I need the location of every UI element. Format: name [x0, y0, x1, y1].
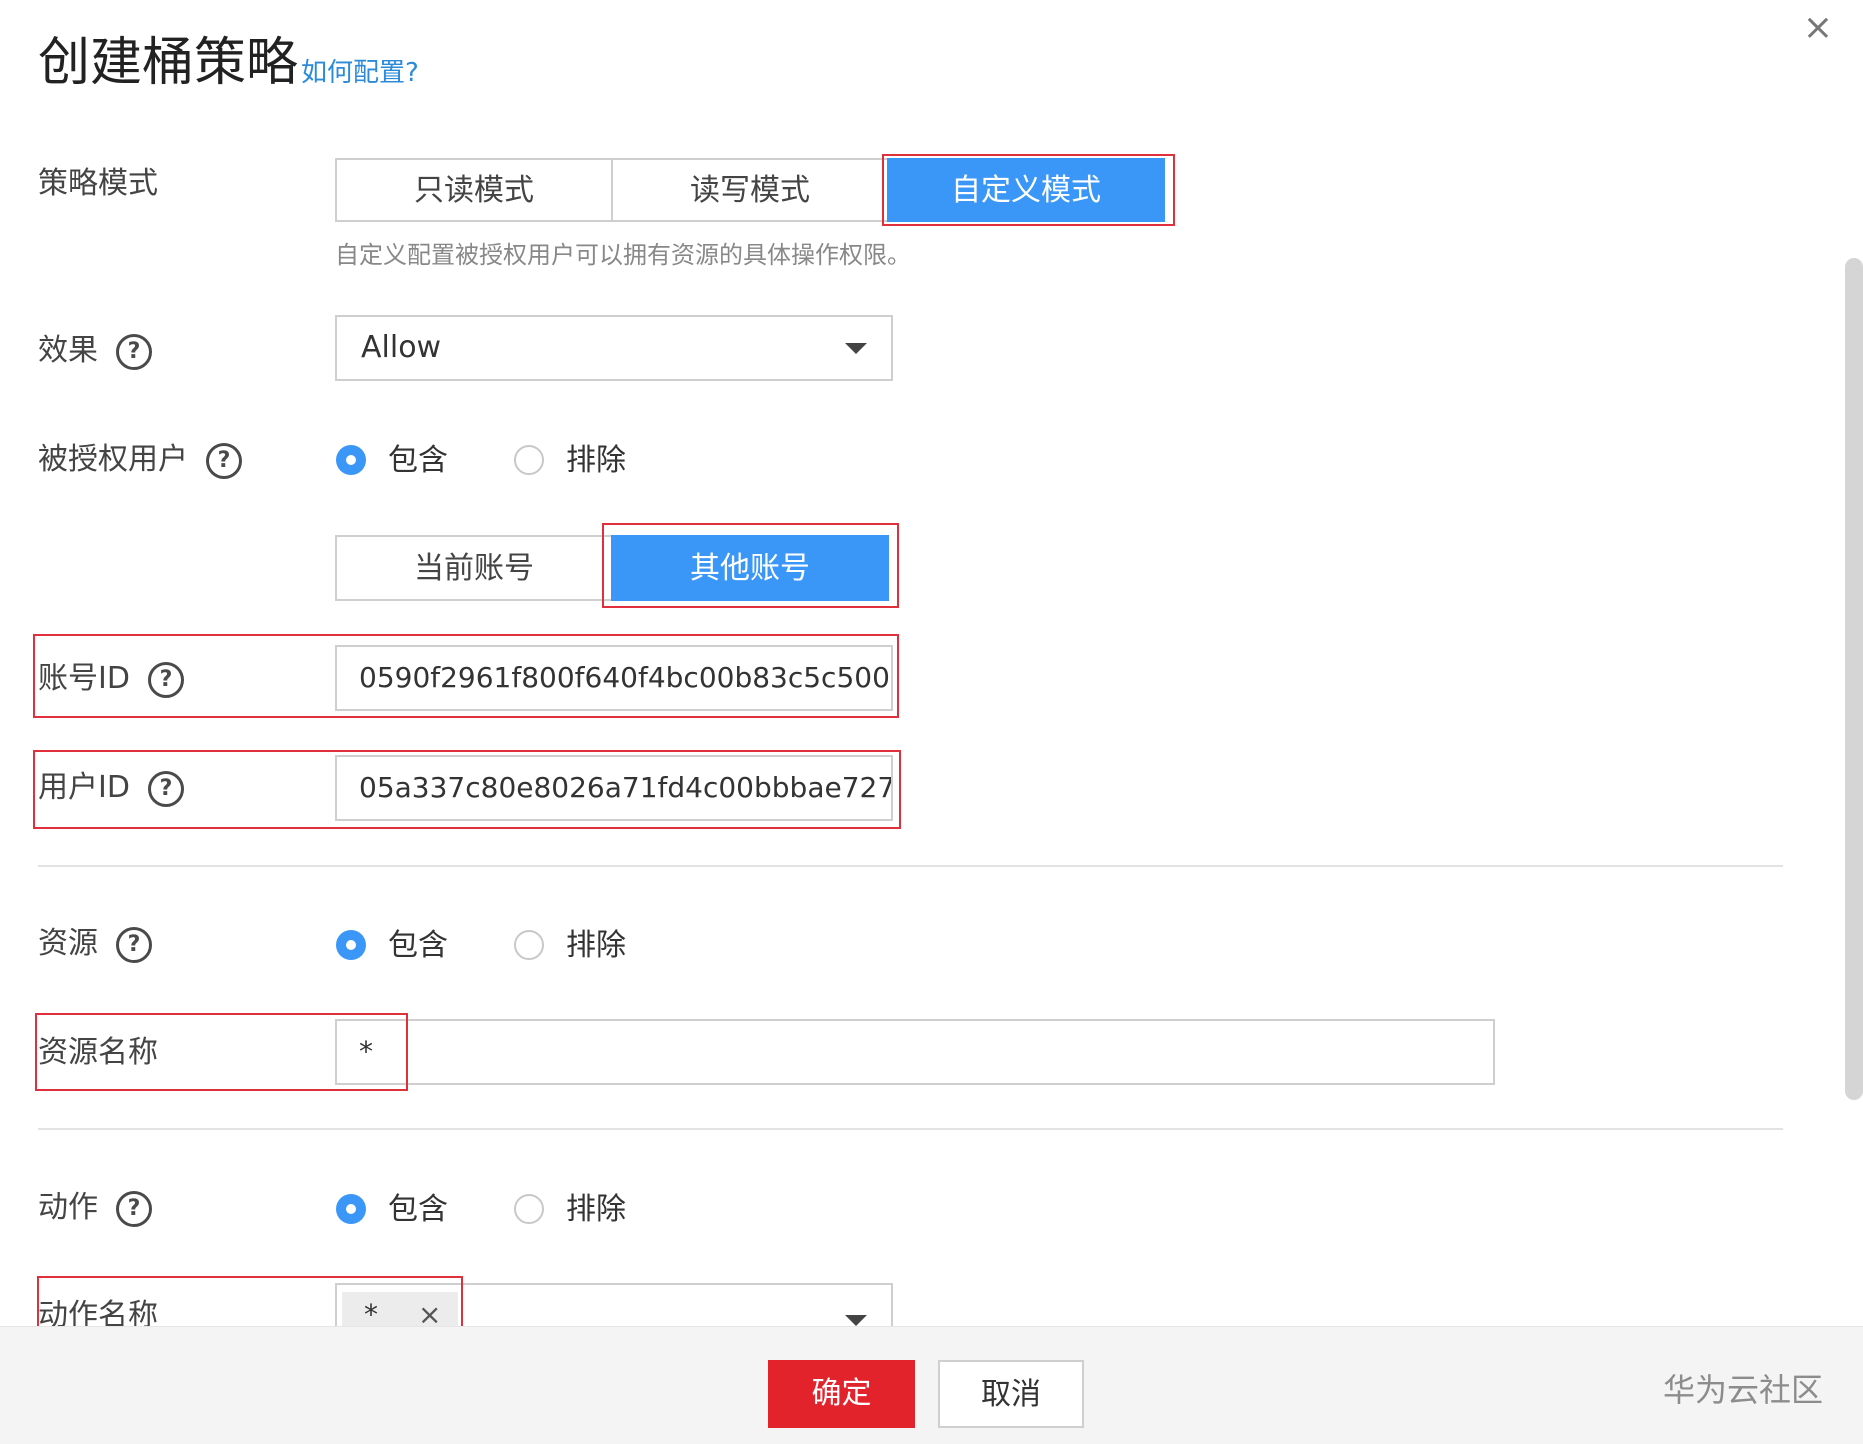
effect-select[interactable]: Allow: [335, 315, 893, 381]
resource-exclude-radio[interactable]: [514, 930, 544, 960]
cancel-button[interactable]: 取消: [938, 1360, 1084, 1428]
mode-readonly-button[interactable]: 只读模式: [335, 158, 613, 222]
dialog-footer: [0, 1326, 1863, 1444]
effect-label: 效果?: [38, 331, 152, 371]
user-id-label-text: 用户ID: [38, 770, 130, 805]
help-icon[interactable]: ?: [116, 333, 152, 370]
mode-readwrite-button[interactable]: 读写模式: [611, 158, 889, 222]
resource-label: 资源?: [38, 924, 152, 964]
scrollbar-thumb[interactable]: [1845, 258, 1863, 1100]
principal-exclude-label: 排除: [566, 443, 626, 478]
effect-label-text: 效果: [38, 333, 98, 368]
current-account-tab[interactable]: 当前账号: [335, 535, 613, 601]
account-id-input[interactable]: 0590f2961f800f640f4bc00b83c5c500: [335, 645, 893, 711]
principal-label: 被授权用户?: [38, 440, 242, 480]
principal-exclude-radio[interactable]: [514, 445, 544, 475]
resource-name-input[interactable]: *: [335, 1019, 1495, 1085]
confirm-button[interactable]: 确定: [768, 1360, 915, 1428]
help-icon[interactable]: ?: [116, 926, 152, 963]
action-exclude-label: 排除: [566, 1192, 626, 1227]
help-icon[interactable]: ?: [147, 770, 184, 807]
user-id-label: 用户ID?: [38, 768, 184, 808]
dialog-title: 创建桶策略: [38, 33, 299, 93]
resource-label-text: 资源: [38, 926, 98, 961]
how-to-configure-link[interactable]: 如何配置?: [301, 55, 419, 91]
section-divider: [38, 1128, 1783, 1130]
action-include-radio[interactable]: [336, 1194, 366, 1224]
resource-exclude-label: 排除: [566, 928, 626, 963]
other-account-tab[interactable]: 其他账号: [611, 535, 889, 601]
effect-value: Allow: [361, 330, 442, 365]
account-id-label: 账号ID?: [38, 659, 184, 699]
action-label-text: 动作: [38, 1190, 98, 1225]
account-id-label-text: 账号ID: [38, 661, 130, 696]
section-divider: [38, 865, 1783, 867]
help-icon[interactable]: ?: [206, 442, 242, 479]
principal-include-radio[interactable]: [336, 445, 366, 475]
resource-include-label: 包含: [388, 928, 448, 963]
principal-include-label: 包含: [388, 443, 448, 478]
principal-label-text: 被授权用户: [38, 442, 188, 477]
close-icon[interactable]: ×: [1800, 10, 1836, 46]
help-icon[interactable]: ?: [116, 1190, 152, 1227]
chevron-down-icon: [845, 1315, 867, 1326]
chevron-down-icon: [845, 343, 867, 354]
action-label: 动作?: [38, 1188, 152, 1228]
action-include-label: 包含: [388, 1192, 448, 1227]
action-exclude-radio[interactable]: [514, 1194, 544, 1224]
policy-mode-label: 策略模式: [38, 166, 158, 201]
mode-custom-button[interactable]: 自定义模式: [887, 158, 1165, 222]
user-id-input[interactable]: 05a337c80e8026a71fd4c00bbbae727(: [335, 755, 893, 821]
help-icon[interactable]: ?: [147, 661, 184, 698]
watermark-text: 华为云社区: [1663, 1371, 1824, 1409]
resource-name-label: 资源名称: [38, 1035, 158, 1070]
policy-mode-hint: 自定义配置被授权用户可以拥有资源的具体操作权限。: [335, 241, 911, 269]
resource-include-radio[interactable]: [336, 930, 366, 960]
